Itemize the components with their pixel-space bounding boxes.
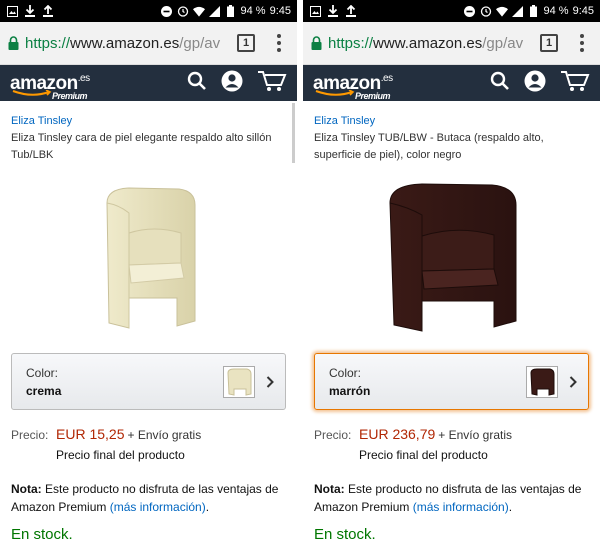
url-protocol: https://: [328, 34, 374, 52]
url-host: www.amazon.es: [70, 34, 180, 52]
signal-icon: [209, 5, 221, 17]
lock-icon: [8, 36, 19, 50]
clock: 9:45: [269, 5, 291, 17]
dnd-icon: [161, 5, 173, 17]
color-swatch-thumbnail: [526, 365, 558, 398]
color-selector[interactable]: Color: marrón: [314, 353, 589, 410]
url-path: /gp/av: [482, 34, 524, 52]
upload-icon: [345, 5, 357, 17]
url-field[interactable]: https://www.amazon.es/gp/av: [311, 28, 530, 58]
image-icon: [6, 5, 18, 17]
browser-toolbar: https://www.amazon.es/gp/av 1: [303, 22, 600, 65]
stock-status: En stock.: [11, 526, 73, 543]
search-icon[interactable]: [490, 71, 510, 96]
tabs-button[interactable]: 1: [237, 34, 255, 52]
url-host: www.amazon.es: [373, 34, 483, 52]
color-label: Color:: [26, 365, 59, 380]
wifi-icon: [192, 5, 205, 17]
final-price-note: Precio final del producto: [359, 448, 488, 462]
final-price-note: Precio final del producto: [56, 448, 185, 462]
screen-left: 94 % 9:45 https://www.amazon.es/gp/av 1 …: [0, 0, 297, 550]
color-swatch-thumbnail: [223, 365, 255, 398]
more-info-link[interactable]: (más información): [413, 500, 509, 514]
brown-armchair-image: [388, 182, 516, 332]
scrollbar[interactable]: [292, 103, 295, 163]
battery-icon: [225, 5, 237, 17]
more-info-link[interactable]: (más información): [110, 500, 206, 514]
color-selector[interactable]: Color: crema: [11, 353, 286, 410]
url-path: /gp/av: [179, 34, 221, 52]
overflow-menu-button[interactable]: [572, 31, 592, 55]
battery-percent: 94 %: [240, 5, 266, 17]
stock-status: En stock.: [314, 526, 376, 543]
price-label: Precio:: [11, 428, 49, 442]
chevron-right-icon: [568, 375, 578, 389]
account-icon[interactable]: [524, 70, 546, 97]
search-icon[interactable]: [187, 71, 207, 96]
image-icon: [309, 5, 321, 17]
account-icon[interactable]: [221, 70, 243, 97]
lock-icon: [311, 36, 322, 50]
price-row: Precio: EUR 236,79 + Envío gratis: [314, 426, 589, 442]
color-label: Color:: [329, 365, 362, 380]
price-value: EUR 236,79: [359, 426, 436, 442]
product-title: Eliza Tinsley cara de piel elegante resp…: [11, 132, 272, 161]
amazon-header: amazon.es Premium: [303, 65, 600, 101]
price-row: Precio: EUR 15,25 + Envío gratis: [11, 426, 286, 442]
chevron-right-icon: [265, 375, 275, 389]
clock: 9:45: [572, 5, 594, 17]
brand-link[interactable]: Eliza Tinsley: [11, 115, 286, 127]
tabs-button[interactable]: 1: [540, 34, 558, 52]
brand-link[interactable]: Eliza Tinsley: [314, 115, 589, 127]
shipping-text: + Envío gratis: [438, 428, 512, 442]
product-image[interactable]: [11, 169, 286, 347]
amazon-logo[interactable]: amazon.es Premium: [313, 73, 393, 100]
shipping-text: + Envío gratis: [127, 428, 202, 442]
overflow-menu-button[interactable]: [269, 31, 289, 55]
amazon-logo[interactable]: amazon.es Premium: [10, 73, 90, 100]
battery-percent: 94 %: [543, 5, 569, 17]
price-value: EUR 15,25: [56, 426, 125, 442]
cart-icon[interactable]: [560, 70, 590, 97]
screen-right: 94 % 9:45 https://www.amazon.es/gp/av 1 …: [303, 0, 600, 550]
price-label: Precio:: [314, 428, 352, 442]
smile-icon: [315, 89, 355, 96]
url-field[interactable]: https://www.amazon.es/gp/av: [8, 28, 227, 58]
status-bar: 94 % 9:45: [0, 0, 297, 22]
status-bar: 94 % 9:45: [303, 0, 600, 22]
download-icon: [24, 5, 36, 17]
dnd-icon: [464, 5, 476, 17]
signal-icon: [512, 5, 524, 17]
color-value: crema: [26, 383, 62, 398]
alarm-icon: [177, 5, 189, 17]
smile-icon: [12, 89, 52, 96]
download-icon: [327, 5, 339, 17]
product-title: Eliza Tinsley TUB/LBW - Butaca (respaldo…: [314, 132, 544, 161]
product-image[interactable]: [314, 169, 589, 347]
premium-note: Nota: Este producto no disfruta de las v…: [11, 482, 279, 514]
wifi-icon: [495, 5, 508, 17]
battery-icon: [528, 5, 540, 17]
cart-icon[interactable]: [257, 70, 287, 97]
alarm-icon: [480, 5, 492, 17]
url-protocol: https://: [25, 34, 71, 52]
color-value: marrón: [329, 383, 371, 398]
browser-toolbar: https://www.amazon.es/gp/av 1: [0, 22, 297, 65]
amazon-header: amazon.es Premium: [0, 65, 297, 101]
premium-note: Nota: Este producto no disfruta de las v…: [314, 482, 582, 514]
upload-icon: [42, 5, 54, 17]
cream-armchair-image: [105, 187, 195, 329]
